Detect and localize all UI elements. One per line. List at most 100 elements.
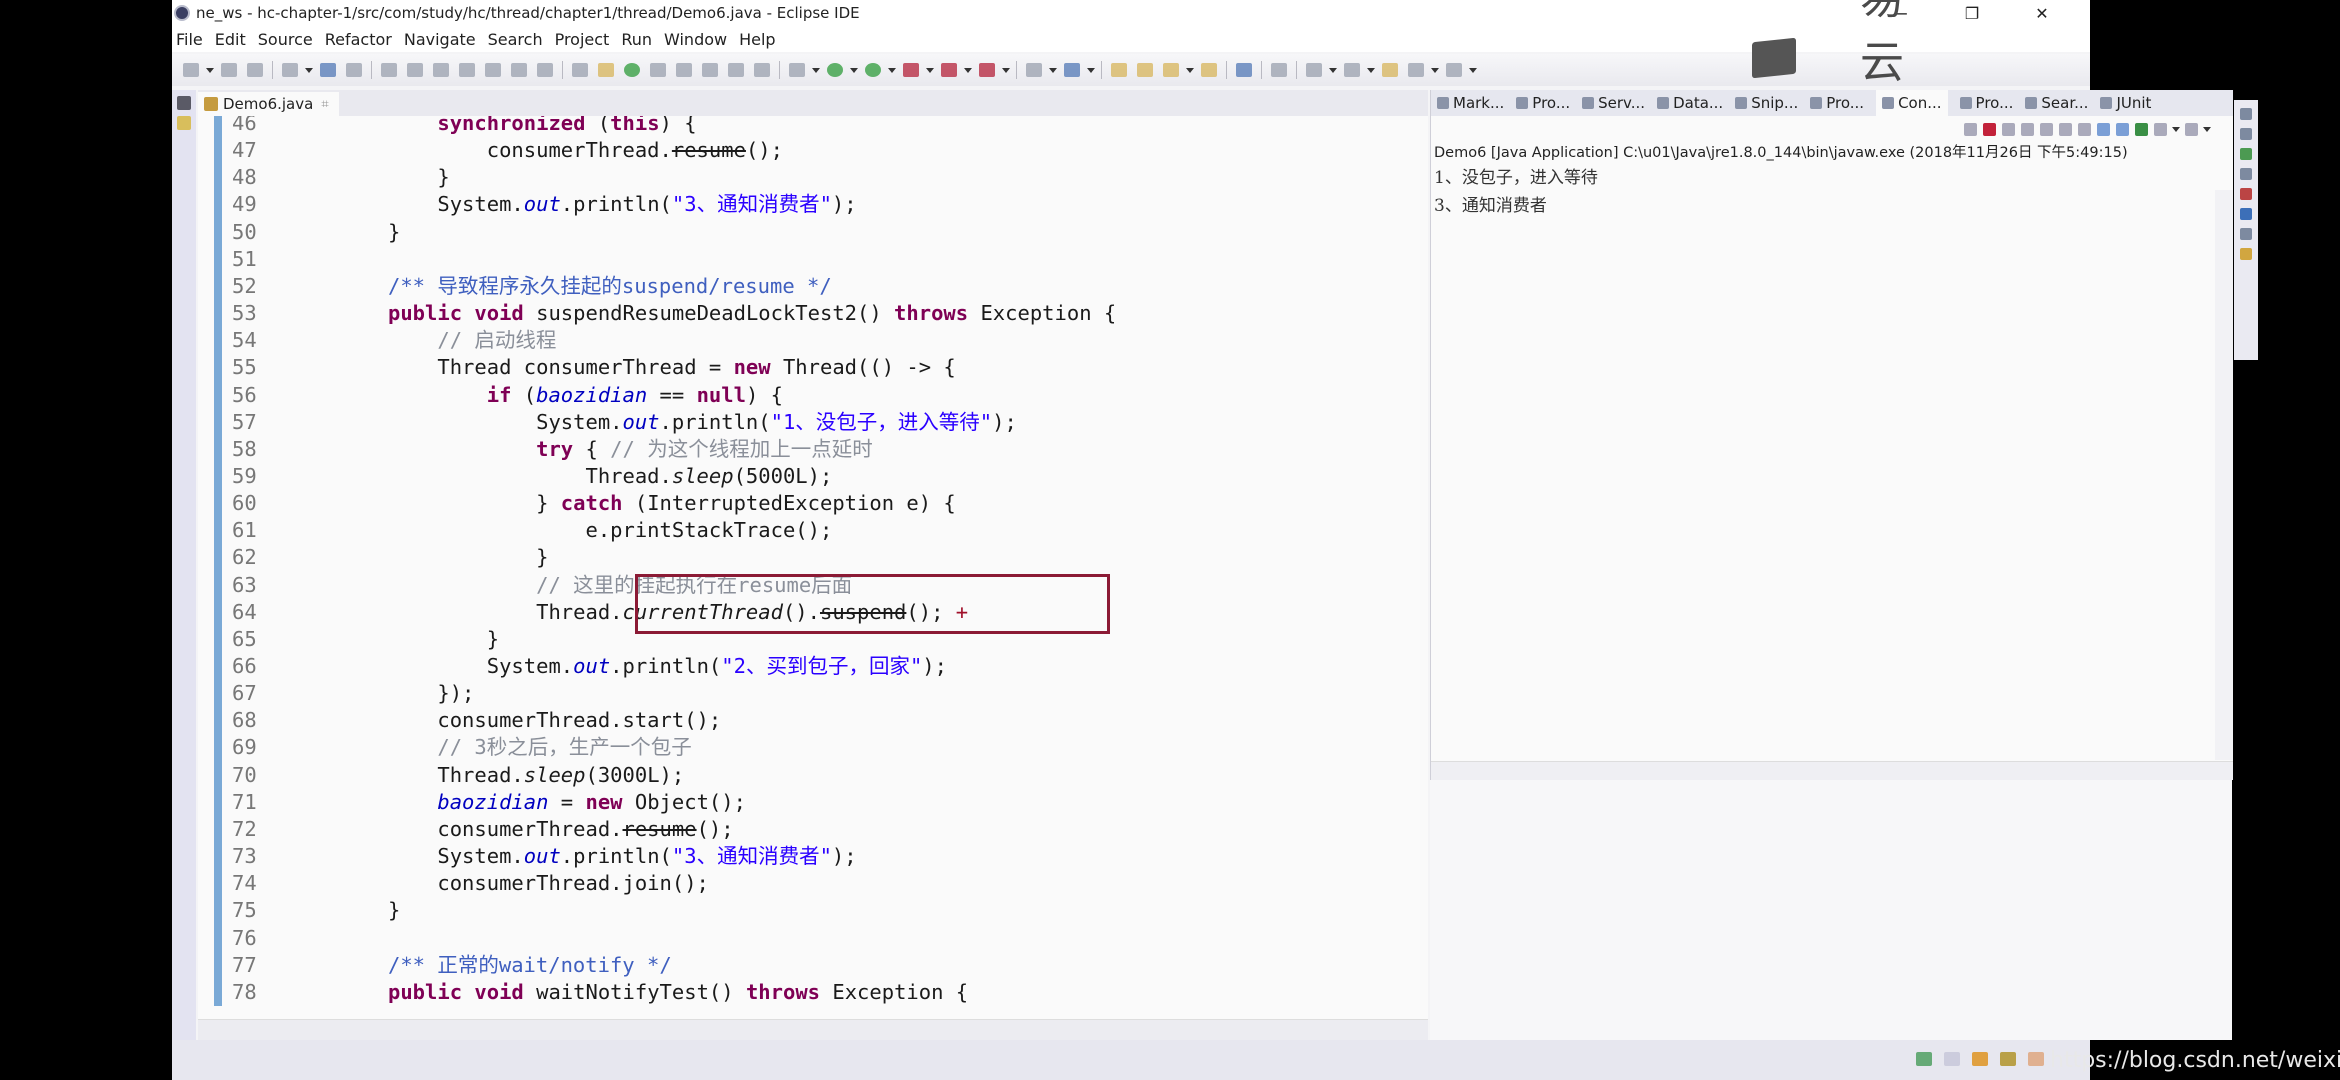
back-icon[interactable] bbox=[1408, 63, 1424, 77]
chevron-down-icon[interactable] bbox=[1431, 67, 1439, 73]
menu-edit[interactable]: Edit bbox=[215, 30, 246, 49]
chevron-down-icon[interactable] bbox=[1469, 67, 1477, 73]
chevron-down-icon[interactable] bbox=[1329, 67, 1337, 73]
open-folder-icon[interactable] bbox=[1201, 63, 1217, 77]
external-tools-icon[interactable] bbox=[903, 63, 919, 77]
chevron-down-icon[interactable] bbox=[1087, 67, 1095, 73]
whitespace-icon[interactable] bbox=[676, 63, 692, 77]
coverage-icon[interactable] bbox=[865, 63, 881, 77]
terminate-icon[interactable] bbox=[1983, 122, 1996, 136]
status-icon[interactable] bbox=[1916, 1052, 1932, 1066]
restore-icon[interactable] bbox=[177, 96, 191, 110]
stop-icon[interactable] bbox=[941, 63, 957, 77]
bookmarks-icon[interactable] bbox=[2240, 168, 2252, 180]
display-selected-console-icon[interactable] bbox=[2154, 122, 2167, 136]
menu-window[interactable]: Window bbox=[664, 30, 727, 49]
console-icon[interactable] bbox=[2240, 208, 2252, 220]
step-over-icon[interactable] bbox=[511, 63, 527, 77]
tab-demo6-java[interactable]: Demo6.java ⌗ bbox=[198, 92, 339, 116]
suspend-icon[interactable] bbox=[407, 63, 423, 77]
progress-icon[interactable] bbox=[2240, 228, 2252, 240]
chevron-down-icon[interactable] bbox=[1049, 67, 1057, 73]
console-horizontal-scrollbar[interactable] bbox=[1431, 761, 2233, 780]
profile-icon[interactable] bbox=[979, 63, 995, 77]
menu-run[interactable]: Run bbox=[621, 30, 652, 49]
terminate-icon[interactable] bbox=[433, 63, 449, 77]
previous-annotation-icon[interactable] bbox=[1344, 63, 1360, 77]
chevron-down-icon[interactable] bbox=[812, 67, 820, 73]
chevron-down-icon[interactable] bbox=[1367, 67, 1375, 73]
search-view-icon[interactable] bbox=[2240, 248, 2252, 260]
resume-icon[interactable] bbox=[381, 63, 397, 77]
tasks-icon[interactable] bbox=[2240, 148, 2252, 160]
search-icon[interactable] bbox=[1163, 63, 1179, 77]
view-tab[interactable]: Pro... bbox=[1516, 94, 1570, 112]
status-icon[interactable] bbox=[1972, 1052, 1988, 1066]
close-tab-icon[interactable]: ⌗ bbox=[321, 97, 328, 112]
scroll-lock-icon[interactable] bbox=[2059, 122, 2072, 136]
status-icon[interactable] bbox=[1944, 1052, 1960, 1066]
chevron-down-icon[interactable] bbox=[1002, 67, 1010, 73]
console-output[interactable]: 1、没包子，进入等待 3、通知消费者 bbox=[1431, 164, 2233, 220]
view-tab[interactable]: Mark... bbox=[1437, 94, 1504, 112]
open-console-icon[interactable] bbox=[2135, 122, 2148, 136]
view-tab[interactable]: Con... bbox=[1876, 90, 1948, 116]
step-return-icon[interactable] bbox=[537, 63, 553, 77]
menu-project[interactable]: Project bbox=[555, 30, 610, 49]
mark-occurrences-icon[interactable] bbox=[598, 63, 614, 77]
maximize-button[interactable]: ❐ bbox=[1942, 0, 2002, 26]
next-annotation-icon[interactable] bbox=[1306, 63, 1322, 77]
chevron-down-icon[interactable] bbox=[206, 67, 214, 73]
chevron-down-icon[interactable] bbox=[964, 67, 972, 73]
pin-icon[interactable] bbox=[702, 63, 718, 77]
remove-launch-icon[interactable] bbox=[2002, 122, 2015, 136]
step-into-icon[interactable] bbox=[485, 63, 501, 77]
menu-search[interactable]: Search bbox=[488, 30, 543, 49]
close-button[interactable]: ✕ bbox=[2012, 0, 2072, 26]
new-icon[interactable] bbox=[183, 63, 199, 77]
chevron-down-icon[interactable] bbox=[888, 67, 896, 73]
server-icon[interactable] bbox=[789, 63, 805, 77]
chevron-down-icon[interactable] bbox=[1186, 67, 1194, 73]
forward-icon[interactable] bbox=[1446, 63, 1462, 77]
save-icon[interactable] bbox=[221, 63, 237, 77]
globe-icon[interactable] bbox=[1236, 63, 1252, 77]
horizontal-scrollbar[interactable] bbox=[198, 1019, 1428, 1040]
last-edit-icon[interactable] bbox=[1382, 63, 1398, 77]
word-wrap-icon[interactable] bbox=[2078, 122, 2091, 136]
chevron-down-icon[interactable] bbox=[305, 67, 313, 73]
new-java-project-icon[interactable] bbox=[1026, 63, 1042, 77]
annotation-icon[interactable] bbox=[728, 63, 744, 77]
publish-icon[interactable] bbox=[282, 63, 298, 77]
status-icon[interactable] bbox=[2028, 1052, 2044, 1066]
new-class-icon[interactable] bbox=[1064, 63, 1080, 77]
view-tab[interactable]: Pro... bbox=[1810, 94, 1864, 112]
package-explorer-icon[interactable] bbox=[177, 116, 191, 130]
remove-all-terminated-icon[interactable] bbox=[2021, 122, 2034, 136]
clear-console-icon[interactable] bbox=[2040, 122, 2053, 136]
chevron-down-icon[interactable] bbox=[2172, 126, 2180, 132]
terminal-icon[interactable] bbox=[320, 63, 336, 77]
menu-help[interactable]: Help bbox=[739, 30, 775, 49]
show-on-stdout-icon[interactable] bbox=[2097, 122, 2110, 136]
restore-icon[interactable] bbox=[2240, 108, 2252, 120]
view-tab[interactable]: Pro... bbox=[1959, 94, 2013, 112]
outline-icon[interactable] bbox=[2240, 128, 2252, 140]
menu-file[interactable]: File bbox=[176, 30, 203, 49]
skip-breakpoints-icon[interactable] bbox=[346, 63, 362, 77]
view-tab[interactable]: JUnit bbox=[2100, 94, 2151, 112]
menu-source[interactable]: Source bbox=[258, 30, 313, 49]
open-type-icon[interactable] bbox=[1111, 63, 1127, 77]
view-menu-icon[interactable] bbox=[2185, 122, 2198, 136]
menu-navigate[interactable]: Navigate bbox=[404, 30, 476, 49]
word-wrap-icon[interactable] bbox=[650, 63, 666, 77]
status-icon[interactable] bbox=[2000, 1052, 2016, 1066]
view-tab[interactable]: Data... bbox=[1657, 94, 1723, 112]
toggle-block-icon[interactable] bbox=[572, 63, 588, 77]
code-area[interactable]: 46 synchronized (this) {47 consumerThrea… bbox=[198, 116, 1428, 1006]
console-vertical-scrollbar[interactable] bbox=[2215, 190, 2233, 760]
view-tab[interactable]: Snip... bbox=[1735, 94, 1798, 112]
menu-refactor[interactable]: Refactor bbox=[325, 30, 392, 49]
open-task-icon[interactable] bbox=[1137, 63, 1153, 77]
view-tab[interactable]: Serv... bbox=[1582, 94, 1645, 112]
